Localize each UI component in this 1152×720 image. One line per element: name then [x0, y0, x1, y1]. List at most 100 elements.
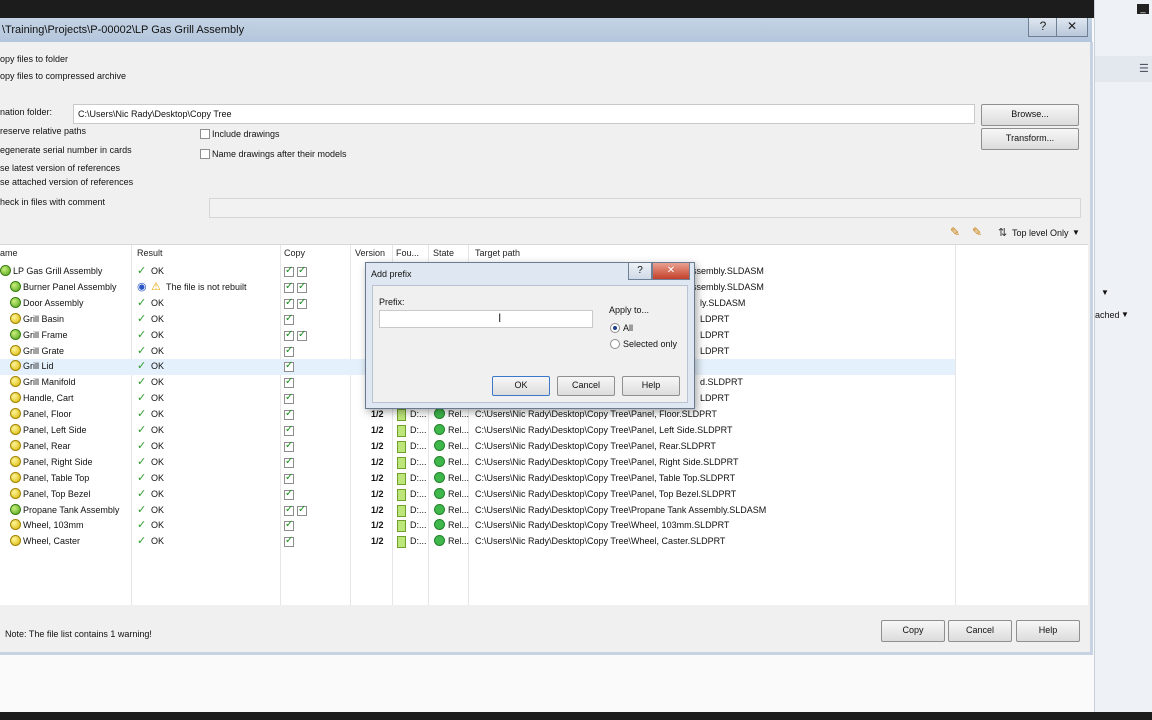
add-suffix-icon[interactable]: ✎: [972, 225, 982, 239]
chevron-down-icon[interactable]: ▼: [1072, 228, 1080, 237]
part-icon: [10, 471, 21, 483]
ok-check-icon: ✓: [137, 471, 147, 484]
file-name: Burner Panel Assembly: [23, 281, 117, 292]
table-row[interactable]: Panel, Rear ✓ OK 1/2 D:... Rel... C:\Users\Nic…: [0, 439, 955, 455]
list-icon[interactable]: ☰: [1139, 62, 1149, 75]
prefix-input[interactable]: I: [379, 310, 593, 328]
copy-children-checkbox[interactable]: [297, 265, 307, 277]
dialog-help-button[interactable]: Help: [622, 376, 680, 396]
chevron-down-icon[interactable]: ▼: [1101, 288, 1109, 297]
option-copy-to-archive[interactable]: opy files to compressed archive: [0, 71, 126, 81]
destination-folder-value: C:\Users\Nic Rady\Desktop\Copy Tree: [78, 109, 232, 119]
ok-check-icon: ✓: [137, 439, 147, 452]
option-regenerate-serial[interactable]: egenerate serial number in cards: [0, 145, 132, 155]
browse-button[interactable]: Browse...: [981, 104, 1079, 126]
copy-children-checkbox[interactable]: [297, 504, 307, 516]
apply-all-radio[interactable]: [610, 323, 620, 333]
dialog-title: Add prefix: [371, 269, 412, 279]
copy-children-checkbox[interactable]: [297, 281, 307, 293]
ok-check-icon: ✓: [137, 392, 147, 405]
table-row[interactable]: Wheel, Caster ✓ OK 1/2 D:... Rel... C:\Users\N…: [0, 534, 955, 550]
copy-children-checkbox[interactable]: [297, 329, 307, 341]
copy-checkbox[interactable]: [284, 329, 294, 341]
close-icon[interactable]: ✕: [1056, 18, 1088, 37]
copy-checkbox[interactable]: [284, 472, 294, 484]
warning-icon: ⚠: [151, 280, 161, 293]
copy-checkbox[interactable]: [284, 519, 294, 532]
add-prefix-icon[interactable]: ✎: [950, 225, 960, 239]
version-text: 1/2: [371, 536, 384, 547]
copy-checkbox[interactable]: [284, 265, 294, 277]
column-header-version[interactable]: Version: [355, 248, 385, 258]
include-drawings-checkbox[interactable]: [200, 129, 210, 139]
copy-checkbox[interactable]: [284, 376, 294, 389]
transform-button[interactable]: Transform...: [981, 128, 1079, 150]
copy-children-checkbox[interactable]: [297, 297, 307, 309]
option-copy-to-folder[interactable]: opy files to folder: [0, 54, 68, 64]
copy-checkbox[interactable]: [284, 456, 294, 468]
copy-checkbox[interactable]: [284, 408, 294, 421]
file-name: Door Assembly: [23, 297, 84, 308]
close-icon[interactable]: ✕: [652, 263, 690, 280]
ok-check-icon: ✓: [137, 296, 147, 309]
ok-check-icon: ✓: [137, 455, 147, 468]
copy-checkbox[interactable]: [284, 488, 294, 500]
cancel-button[interactable]: Cancel: [948, 620, 1012, 642]
top-level-only-dropdown[interactable]: Top level Only: [1012, 228, 1069, 238]
copy-checkbox[interactable]: [284, 281, 294, 293]
column-header-target[interactable]: Target path: [475, 248, 520, 258]
copy-checkbox[interactable]: [284, 424, 294, 436]
help-icon[interactable]: ?: [1028, 18, 1058, 37]
dialog-cancel-button[interactable]: Cancel: [557, 376, 615, 396]
filter-icon[interactable]: ⇅: [998, 226, 1007, 239]
table-row[interactable]: Propane Tank Assembly ✓ OK 1/2 D:... Rel... C:…: [0, 503, 955, 519]
copy-button[interactable]: Copy: [881, 620, 945, 642]
help-button[interactable]: Help: [1016, 620, 1080, 642]
copy-checkbox[interactable]: [284, 313, 294, 325]
copy-checkbox[interactable]: [284, 297, 294, 309]
result-text: OK: [151, 297, 165, 308]
name-drawings-checkbox[interactable]: [200, 149, 210, 159]
copy-checkbox[interactable]: [284, 360, 294, 373]
copy-checkbox[interactable]: [284, 345, 294, 357]
column-header-found[interactable]: Fou...: [396, 248, 419, 258]
file-name: Handle, Cart: [23, 393, 74, 404]
part-icon: [10, 376, 21, 388]
table-row[interactable]: Panel, Floor ✓ OK 1/2 D:... Rel... C:\Users\Ni…: [0, 407, 955, 423]
check-in-label[interactable]: heck in files with comment: [0, 197, 105, 207]
copy-checkbox[interactable]: [284, 504, 294, 516]
minimize-icon[interactable]: _: [1137, 4, 1149, 14]
file-name: Grill Frame: [23, 329, 68, 340]
table-row[interactable]: Panel, Right Side ✓ OK 1/2 D:... Rel... C:\Use…: [0, 455, 955, 471]
apply-selected-radio[interactable]: [610, 339, 620, 349]
option-use-latest[interactable]: se latest version of references: [0, 163, 120, 173]
column-header-state[interactable]: State: [433, 248, 454, 258]
copy-checkbox[interactable]: [284, 392, 294, 405]
destination-folder-input[interactable]: C:\Users\Nic Rady\Desktop\Copy Tree: [73, 104, 975, 124]
file-name: Wheel, Caster: [23, 536, 81, 547]
copy-checkbox[interactable]: [284, 535, 294, 548]
table-row[interactable]: Panel, Top Bezel ✓ OK 1/2 D:... Rel... C:\User…: [0, 487, 955, 503]
part-icon: [10, 424, 21, 435]
target-path-text: ssembly.SLDASM: [692, 266, 764, 276]
found-in-text: D:...: [410, 504, 427, 515]
column-header-name[interactable]: ame: [0, 248, 18, 258]
option-use-attached[interactable]: se attached version of references: [0, 177, 133, 187]
state-text: Rel...: [448, 488, 470, 499]
ok-button[interactable]: OK: [492, 376, 550, 396]
result-text: OK: [151, 313, 165, 324]
column-header-result[interactable]: Result: [137, 248, 163, 258]
part-icon: [10, 535, 21, 547]
file-name: Grill Manifold: [23, 377, 76, 388]
table-row[interactable]: Panel, Table Top ✓ OK 1/2 D:... Rel... C:\User…: [0, 471, 955, 487]
help-icon[interactable]: ?: [628, 263, 652, 280]
chevron-down-icon[interactable]: ▼: [1121, 310, 1129, 319]
table-row[interactable]: Panel, Left Side ✓ OK 1/2 D:... Rel... C:\User…: [0, 423, 955, 439]
check-in-comment-input[interactable]: [209, 198, 1081, 218]
column-header-copy[interactable]: Copy: [284, 248, 305, 258]
table-row[interactable]: Wheel, 103mm ✓ OK 1/2 D:... Rel... C:\Users\Ni…: [0, 518, 955, 534]
option-preserve-paths[interactable]: reserve relative paths: [0, 126, 86, 136]
state-released-icon: [434, 503, 445, 515]
copy-checkbox[interactable]: [284, 440, 294, 452]
file-name: Panel, Floor: [23, 409, 72, 420]
